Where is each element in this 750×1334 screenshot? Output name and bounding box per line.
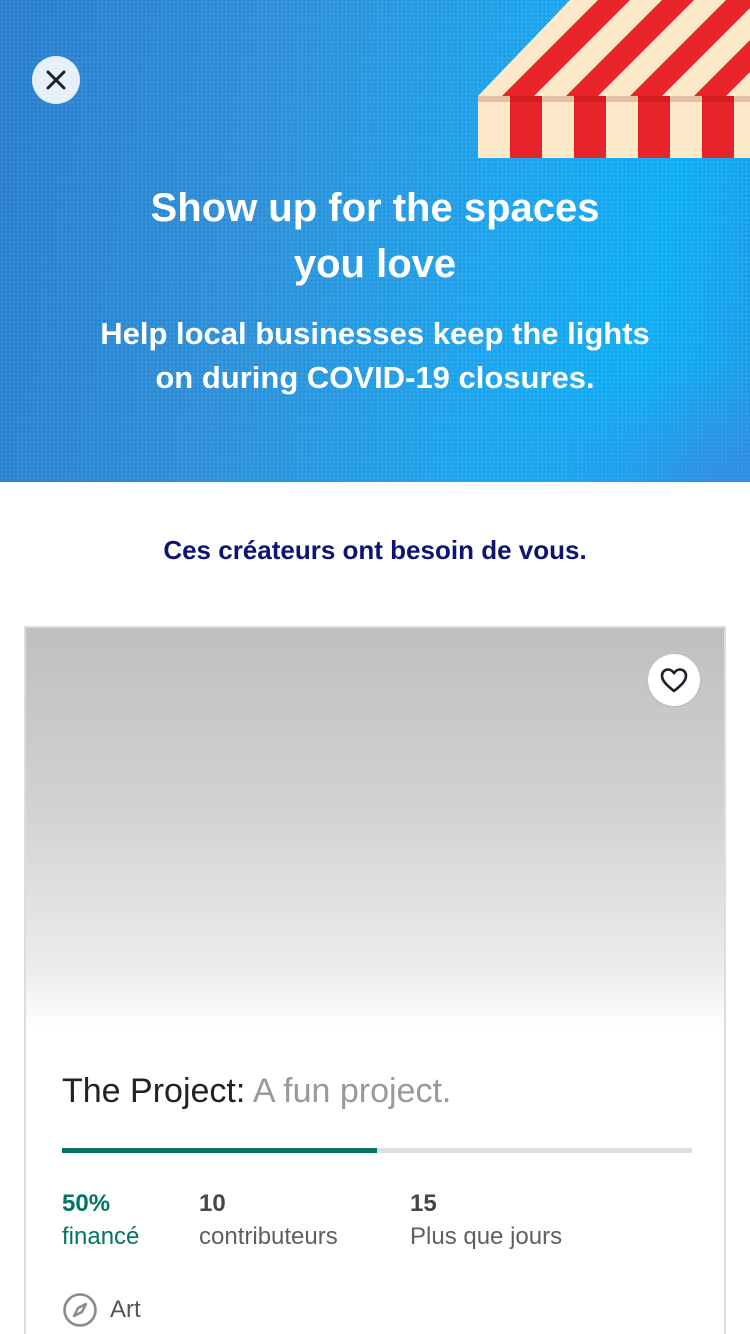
project-card[interactable]: The Project: A fun project. 50% financé … xyxy=(24,626,726,1334)
hero-title-line1: Show up for the spaces xyxy=(150,186,600,230)
stat-days-value: 15 xyxy=(410,1190,437,1217)
hero-subtitle-line2: on during COVID-19 closures. xyxy=(155,360,595,395)
category-label: Art xyxy=(110,1296,141,1323)
stat-days-label: Plus que jours xyxy=(410,1223,563,1250)
hero-title: Show up for the spaces you love xyxy=(0,180,750,292)
stat-funded-label: financé xyxy=(62,1223,140,1250)
close-button[interactable] xyxy=(32,56,80,104)
stat-days: 15 Plus que jours xyxy=(410,1188,562,1254)
hero-title-line2: you love xyxy=(293,242,457,286)
compass-icon xyxy=(63,1293,97,1327)
funding-progress-fill xyxy=(62,1148,377,1153)
project-stats: 50% financé 10 contributeurs 15 Plus que… xyxy=(62,1188,702,1268)
awning-illustration xyxy=(478,0,750,158)
stat-funded: 50% financé xyxy=(62,1188,139,1254)
page: Show up for the spaces you love Help loc… xyxy=(0,0,750,1334)
project-name: The Project: xyxy=(62,1072,246,1110)
section-heading: Ces créateurs ont besoin de vous. xyxy=(163,535,587,565)
favorite-button[interactable] xyxy=(648,654,700,706)
stat-funded-value: 50% xyxy=(62,1190,111,1217)
hero-subtitle-line1: Help local businesses keep the lights xyxy=(100,316,650,351)
stat-backers: 10 contributeurs xyxy=(199,1188,338,1254)
project-blurb: A fun project. xyxy=(252,1072,452,1110)
hero-banner: Show up for the spaces you love Help loc… xyxy=(0,0,750,482)
close-icon xyxy=(46,70,66,90)
funding-progress-bar xyxy=(62,1148,692,1153)
stat-backers-label: contributeurs xyxy=(199,1223,338,1250)
heart-icon xyxy=(660,668,688,693)
project-image[interactable] xyxy=(26,628,724,1028)
stat-backers-value: 10 xyxy=(199,1190,226,1217)
category-tag[interactable]: Art xyxy=(62,1290,141,1330)
hero-subtitle: Help local businesses keep the lights on… xyxy=(60,312,690,400)
project-title-line[interactable]: The Project: A fun project. xyxy=(62,1068,702,1114)
